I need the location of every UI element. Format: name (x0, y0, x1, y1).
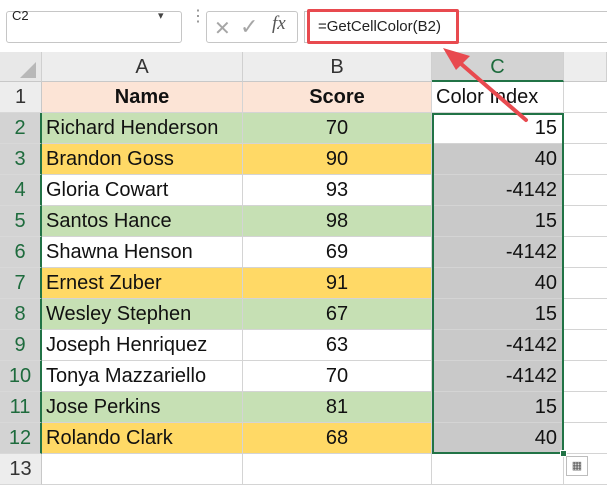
column-header-b[interactable]: B (243, 52, 432, 82)
color-index-cell[interactable]: 15 (432, 392, 564, 423)
score-cell[interactable]: 67 (243, 299, 432, 330)
name-cell[interactable]: Rolando Clark (42, 423, 243, 454)
row-header-9[interactable]: 9 (0, 330, 42, 361)
chevron-down-icon[interactable]: ▾ (158, 9, 164, 22)
score-cell[interactable]: 70 (243, 113, 432, 144)
empty-cell[interactable] (564, 423, 607, 454)
row-header-11[interactable]: 11 (0, 392, 42, 423)
row-header-6[interactable]: 6 (0, 237, 42, 268)
empty-cell[interactable] (564, 299, 607, 330)
name-box-value: C2 (12, 8, 29, 23)
empty-cell[interactable] (564, 206, 607, 237)
name-cell[interactable]: Wesley Stephen (42, 299, 243, 330)
empty-cell[interactable] (564, 82, 607, 113)
color-index-cell[interactable]: -4142 (432, 175, 564, 206)
row-header-10[interactable]: 10 (0, 361, 42, 392)
row-header-13[interactable]: 13 (0, 454, 42, 485)
empty-cell[interactable] (564, 392, 607, 423)
empty-cell[interactable] (564, 268, 607, 299)
score-cell[interactable]: 70 (243, 361, 432, 392)
empty-cell[interactable] (432, 454, 564, 485)
score-cell[interactable]: 63 (243, 330, 432, 361)
name-cell[interactable]: Tonya Mazzariello (42, 361, 243, 392)
empty-cell[interactable] (243, 454, 432, 485)
score-cell[interactable]: 68 (243, 423, 432, 454)
color-index-cell[interactable]: -4142 (432, 237, 564, 268)
empty-cell[interactable] (564, 144, 607, 175)
score-cell[interactable]: 93 (243, 175, 432, 206)
formula-text: =GetCellColor(B2) (318, 18, 441, 35)
column-header-filler (564, 52, 607, 82)
score-cell[interactable]: 90 (243, 144, 432, 175)
score-cell[interactable]: 81 (243, 392, 432, 423)
empty-cell[interactable] (564, 175, 607, 206)
empty-cell[interactable] (42, 454, 243, 485)
row-header-4[interactable]: 4 (0, 175, 42, 206)
row-header-3[interactable]: 3 (0, 144, 42, 175)
empty-cell[interactable] (564, 237, 607, 268)
name-cell[interactable]: Brandon Goss (42, 144, 243, 175)
score-cell[interactable]: 91 (243, 268, 432, 299)
name-cell[interactable]: Gloria Cowart (42, 175, 243, 206)
quick-analysis-icon[interactable]: ▦ (566, 456, 588, 476)
row-header-7[interactable]: 7 (0, 268, 42, 299)
name-cell[interactable]: Shawna Henson (42, 237, 243, 268)
cancel-icon[interactable]: ✕ (214, 16, 231, 41)
color-index-cell[interactable]: 40 (432, 268, 564, 299)
color-index-cell[interactable]: 40 (432, 144, 564, 175)
header-cell-name[interactable]: Name (42, 82, 243, 113)
name-cell[interactable]: Richard Henderson (42, 113, 243, 144)
enter-icon[interactable]: ✓ (240, 14, 258, 40)
color-index-cell[interactable]: -4142 (432, 330, 564, 361)
row-header-12[interactable]: 12 (0, 423, 42, 454)
row-header-8[interactable]: 8 (0, 299, 42, 330)
name-cell[interactable]: Ernest Zuber (42, 268, 243, 299)
drag-handle-icon[interactable]: ⋮ (190, 9, 206, 25)
name-box[interactable] (6, 11, 182, 43)
name-cell[interactable]: Santos Hance (42, 206, 243, 237)
row-header-5[interactable]: 5 (0, 206, 42, 237)
color-index-cell[interactable]: 15 (432, 299, 564, 330)
name-cell[interactable]: Joseph Henriquez (42, 330, 243, 361)
empty-cell[interactable] (564, 330, 607, 361)
name-cell[interactable]: Jose Perkins (42, 392, 243, 423)
color-index-cell[interactable]: 15 (432, 113, 564, 144)
insert-function-icon[interactable]: fx (272, 13, 286, 35)
row-header-1[interactable]: 1 (0, 82, 42, 113)
header-cell-color-index[interactable]: Color Index (432, 82, 564, 113)
empty-cell[interactable] (564, 113, 607, 144)
empty-cell[interactable] (564, 361, 607, 392)
header-cell-score[interactable]: Score (243, 82, 432, 113)
color-index-cell[interactable]: -4142 (432, 361, 564, 392)
color-index-cell[interactable]: 40 (432, 423, 564, 454)
color-index-cell[interactable]: 15 (432, 206, 564, 237)
score-cell[interactable]: 69 (243, 237, 432, 268)
row-header-2[interactable]: 2 (0, 113, 42, 144)
column-header-c[interactable]: C (432, 52, 564, 82)
column-header-a[interactable]: A (42, 52, 243, 82)
select-all-triangle-icon (20, 62, 36, 78)
score-cell[interactable]: 98 (243, 206, 432, 237)
